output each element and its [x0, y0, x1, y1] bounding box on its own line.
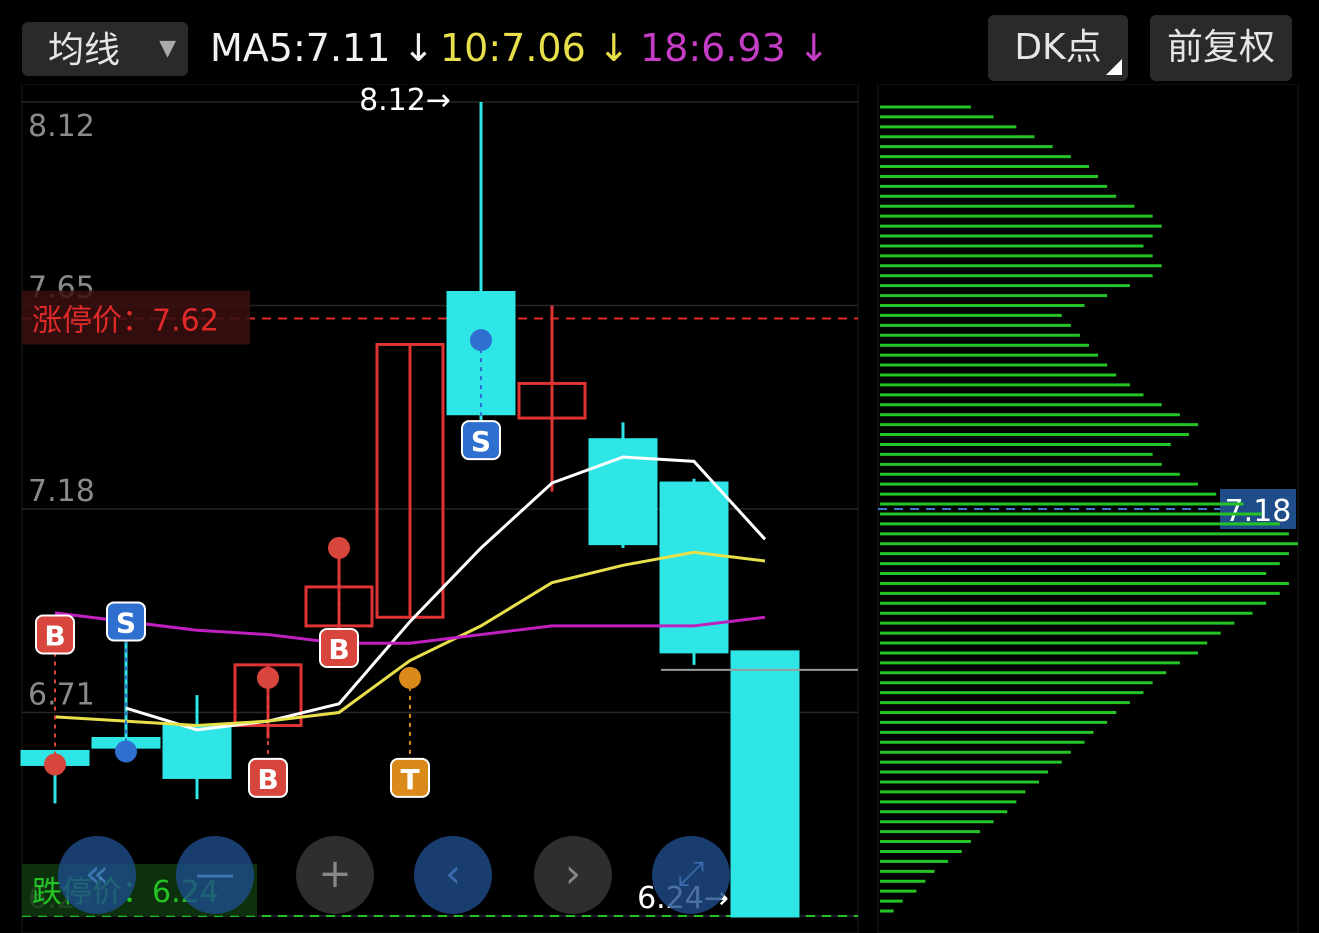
- y-tick-label: 7.18: [28, 474, 95, 509]
- dk-point-button[interactable]: DK点: [988, 15, 1128, 81]
- signal-dot: [470, 329, 492, 352]
- signal-label: B: [328, 633, 349, 666]
- limit-up-label: 涨停价：7.62: [32, 303, 219, 338]
- adjust-label: 前复权: [1166, 27, 1275, 68]
- signal-dot: [399, 666, 421, 689]
- candle-down: [162, 723, 232, 779]
- corner-triangle-icon: [1106, 59, 1122, 75]
- nav-left-button[interactable]: ‹: [414, 836, 492, 914]
- ma5-value: MA5:7.11 ↓: [210, 26, 435, 70]
- ma10-value: 10:7.06 ↓: [440, 26, 630, 70]
- dropdown-arrow-icon: ▼: [159, 36, 176, 61]
- adjust-button[interactable]: 前复权: [1150, 15, 1292, 81]
- signal-dot: [257, 666, 279, 689]
- candlestick-chart[interactable]: 8.127.657.186.716.24涨停价：7.62跌停价：6.247.18…: [0, 84, 1319, 933]
- y-tick-label: 6.71: [28, 678, 95, 713]
- nav-expand-button[interactable]: ⤢: [652, 836, 730, 914]
- arrow-down-icon: ↓: [785, 26, 830, 70]
- signal-label: S: [471, 425, 491, 458]
- signal-dot: [328, 536, 350, 559]
- signal-label: S: [116, 606, 136, 639]
- dk-label: DK点: [1014, 27, 1102, 68]
- candle-down: [730, 650, 800, 918]
- signal-dot: [115, 740, 137, 763]
- top-toolbar: 均线 ▼ MA5:7.11 ↓ 10:7.06 ↓ 18:6.93 ↓ DK点 …: [0, 0, 1319, 84]
- signal-label: T: [400, 763, 419, 796]
- nav-double-left-button[interactable]: «: [58, 836, 136, 914]
- signal-label: B: [44, 619, 65, 652]
- signal-dot: [44, 753, 66, 776]
- nav-zoom-in-button[interactable]: +: [296, 836, 374, 914]
- indicator-label: 均线: [48, 30, 121, 71]
- nav-zoom-out-button[interactable]: —: [176, 836, 254, 914]
- ma18-value: 18:6.93 ↓: [640, 26, 830, 70]
- y-tick-label: 8.12: [28, 109, 95, 144]
- max-price-annotation: 8.12→: [359, 84, 451, 118]
- nav-right-button[interactable]: ›: [534, 836, 612, 914]
- indicator-dropdown[interactable]: 均线 ▼: [22, 22, 188, 76]
- arrow-down-icon: ↓: [390, 26, 435, 70]
- arrow-down-icon: ↓: [585, 26, 630, 70]
- candle-down: [588, 438, 658, 546]
- signal-label: B: [257, 763, 278, 796]
